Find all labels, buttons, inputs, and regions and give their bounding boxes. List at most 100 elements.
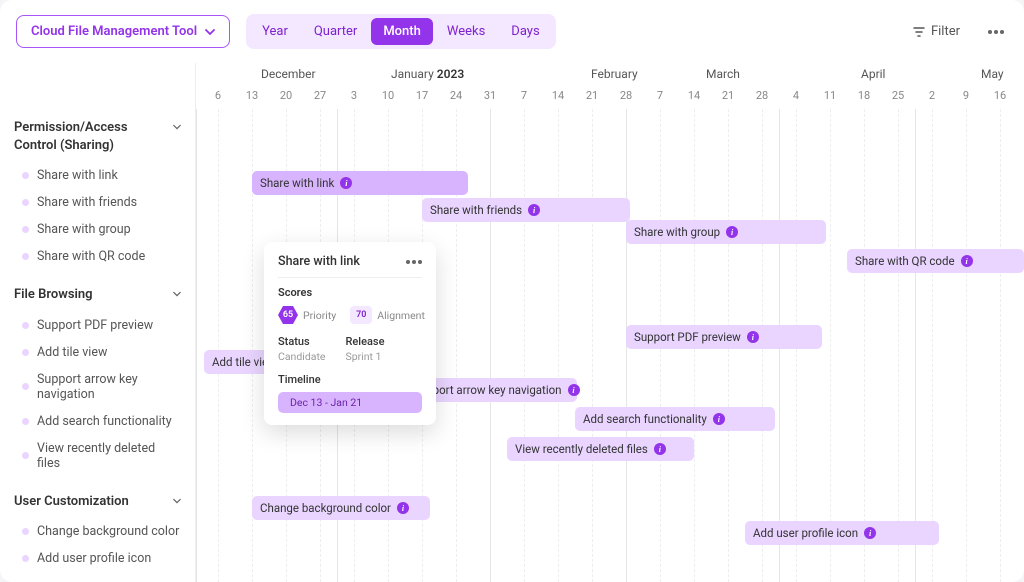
project-dropdown[interactable]: Cloud File Management Tool bbox=[16, 15, 230, 48]
day-label: 2 bbox=[929, 89, 935, 102]
info-icon[interactable]: i bbox=[864, 527, 876, 539]
day-label: 28 bbox=[756, 89, 768, 102]
bullet-icon bbox=[22, 322, 29, 329]
day-label: 11 bbox=[824, 89, 836, 102]
day-label: 18 bbox=[858, 89, 870, 102]
chevron-down-icon bbox=[173, 123, 181, 131]
dot-icon bbox=[1000, 30, 1004, 34]
view-tab-year[interactable]: Year bbox=[250, 18, 300, 45]
info-icon[interactable]: i bbox=[961, 255, 973, 267]
view-tab-weeks[interactable]: Weeks bbox=[435, 18, 497, 45]
body: Permission/Access Control (Sharing) Share… bbox=[0, 63, 1024, 582]
day-label: 3 bbox=[351, 89, 357, 102]
info-icon[interactable]: i bbox=[397, 502, 409, 514]
filter-icon bbox=[913, 26, 925, 38]
view-switcher: YearQuarterMonthWeeksDays bbox=[246, 14, 556, 49]
info-icon[interactable]: i bbox=[713, 413, 725, 425]
timeline-bar-bg-color[interactable]: Change background color i bbox=[252, 496, 430, 520]
popover-more-button[interactable] bbox=[406, 260, 422, 264]
bullet-icon bbox=[22, 172, 29, 179]
sidebar-item-label: Share with friends bbox=[37, 195, 137, 210]
sidebar-item[interactable]: Share with QR code bbox=[14, 243, 181, 270]
info-icon[interactable]: i bbox=[568, 384, 580, 396]
sidebar-item[interactable]: Support PDF preview bbox=[14, 312, 181, 339]
timeline-bar-share-friends[interactable]: Share with friends i bbox=[422, 198, 630, 222]
sidebar-item[interactable]: Support arrow key navigation bbox=[14, 366, 181, 408]
bar-label: Support PDF preview bbox=[634, 330, 741, 344]
category-header[interactable]: User Customization bbox=[14, 493, 181, 511]
day-label: 24 bbox=[450, 89, 462, 102]
day-label: 17 bbox=[416, 89, 428, 102]
month-label: January 2023 bbox=[391, 67, 464, 81]
category-header[interactable]: Permission/Access Control (Sharing) bbox=[14, 119, 181, 154]
bar-label: Share with link bbox=[260, 176, 334, 190]
day-label: 4 bbox=[793, 89, 799, 102]
timeline-bar-pdf-preview[interactable]: Support PDF preview i bbox=[626, 325, 822, 349]
bar-label: Change background color bbox=[260, 501, 391, 515]
bar-label: Add user profile icon bbox=[753, 526, 858, 540]
filter-label: Filter bbox=[931, 24, 960, 39]
chevron-down-icon bbox=[173, 290, 181, 298]
month-label: March bbox=[706, 67, 740, 81]
category-title: Permission/Access Control (Sharing) bbox=[14, 119, 167, 154]
timeline-bar-deleted-files[interactable]: View recently deleted files i bbox=[507, 437, 694, 461]
sidebar-item[interactable]: Add user profile icon bbox=[14, 545, 181, 572]
task-popover: Share with linkScores65Priority70Alignme… bbox=[264, 242, 436, 425]
view-tab-month[interactable]: Month bbox=[371, 18, 433, 45]
info-icon[interactable]: i bbox=[747, 331, 759, 343]
sidebar-item[interactable]: Share with link bbox=[14, 162, 181, 189]
category-title: User Customization bbox=[14, 493, 167, 511]
view-tab-quarter[interactable]: Quarter bbox=[302, 18, 369, 45]
month-label: April bbox=[861, 67, 885, 81]
view-tab-days[interactable]: Days bbox=[499, 18, 551, 45]
bullet-icon bbox=[22, 199, 29, 206]
category-header[interactable]: File Browsing bbox=[14, 286, 181, 304]
info-icon[interactable]: i bbox=[528, 204, 540, 216]
timeline-header: DecemberJanuary 2023FebruaryMarchAprilMa… bbox=[196, 63, 1024, 109]
info-icon[interactable]: i bbox=[340, 177, 352, 189]
timeline-bars: Share with linkiShare with friendsiShare… bbox=[196, 109, 1024, 582]
day-label: 31 bbox=[484, 89, 496, 102]
sidebar-item[interactable]: Change background color bbox=[14, 518, 181, 545]
sidebar-item-label: Change background color bbox=[37, 524, 179, 539]
header-bar: Cloud File Management Tool YearQuarterMo… bbox=[0, 0, 1024, 63]
day-label: 7 bbox=[657, 89, 663, 102]
sidebar-item[interactable]: Share with group bbox=[14, 216, 181, 243]
sidebar-item-label: Add tile view bbox=[37, 345, 107, 360]
timeline-bar-search-fn[interactable]: Add search functionalityi bbox=[575, 407, 775, 431]
timeline-bar-share-group[interactable]: Share with groupi bbox=[626, 220, 826, 244]
info-icon[interactable]: i bbox=[726, 226, 738, 238]
sidebar-item[interactable]: Share with friends bbox=[14, 189, 181, 216]
bar-label: Share with friends bbox=[430, 203, 522, 217]
scores-heading: Scores bbox=[278, 286, 422, 299]
timeline-field: TimelineDec 13 - Jan 21 bbox=[278, 373, 422, 413]
day-label: 14 bbox=[552, 89, 564, 102]
info-icon[interactable]: i bbox=[654, 443, 666, 455]
alignment-score: 70Alignment bbox=[350, 305, 425, 325]
bullet-icon bbox=[22, 555, 29, 562]
timeline-bar-share-link[interactable]: Share with link i bbox=[252, 171, 468, 195]
bar-label: Share with QR code bbox=[855, 254, 955, 268]
dot-icon bbox=[994, 30, 998, 34]
sidebar-item-label: Share with link bbox=[37, 168, 118, 183]
bullet-icon bbox=[22, 418, 29, 425]
more-menu-button[interactable] bbox=[984, 26, 1008, 38]
sidebar-item-label: View recently deleted files bbox=[37, 441, 181, 471]
release-field: ReleaseSprint 1 bbox=[345, 335, 384, 363]
day-label: 10 bbox=[382, 89, 394, 102]
sidebar-item[interactable]: View recently deleted files bbox=[14, 435, 181, 477]
bar-label: View recently deleted files bbox=[515, 442, 648, 456]
sidebar-item-label: Support PDF preview bbox=[37, 318, 153, 333]
sidebar-item[interactable]: Add tile view bbox=[14, 339, 181, 366]
day-label: 13 bbox=[246, 89, 258, 102]
timeline-badge: Dec 13 - Jan 21 bbox=[278, 392, 422, 413]
sidebar-item-label: Share with group bbox=[37, 222, 131, 237]
bullet-icon bbox=[22, 226, 29, 233]
sidebar-item[interactable]: Add search functionality bbox=[14, 408, 181, 435]
filter-button[interactable]: Filter bbox=[905, 20, 968, 43]
timeline-bar-share-qr[interactable]: Share with QR code i bbox=[847, 249, 1024, 273]
sidebar-item-label: Add user profile icon bbox=[37, 551, 151, 566]
sidebar-item-label: Share with QR code bbox=[37, 249, 145, 264]
bullet-icon bbox=[22, 452, 29, 459]
timeline-bar-profile-icon[interactable]: Add user profile icon i bbox=[745, 521, 939, 545]
